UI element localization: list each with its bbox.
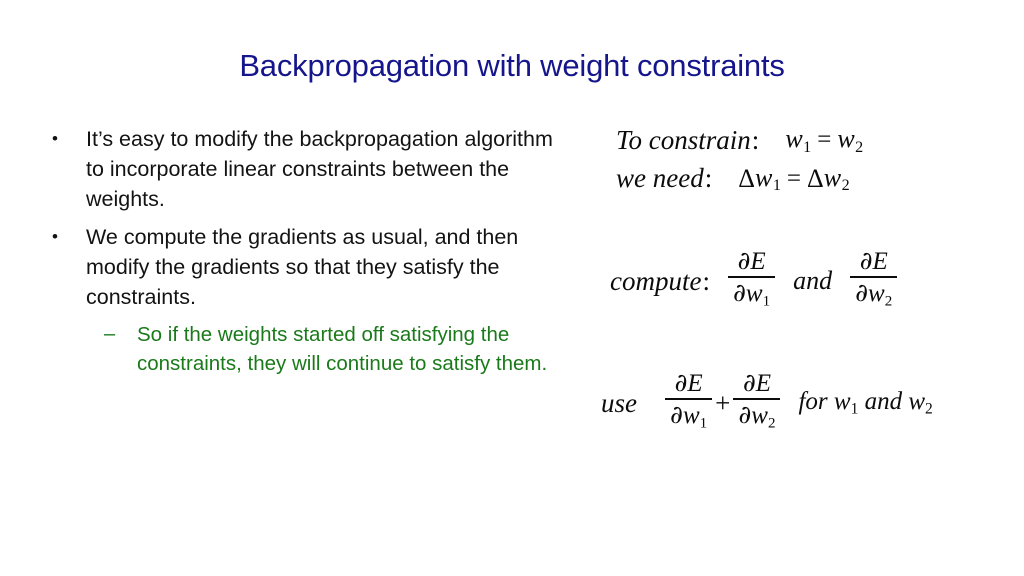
variable-w2: w2 (823, 162, 850, 195)
bullet-dash-icon: – (104, 323, 116, 345)
fraction-dE-dw2: ∂E ∂w2 (850, 246, 898, 315)
variable-w1: w1 (785, 124, 812, 156)
list-item: • We compute the gradients as usual, and… (52, 222, 572, 312)
colon-glyph: : (704, 163, 713, 194)
colon-glyph: : (751, 124, 760, 155)
fraction-dE-dw2: ∂E ∂w2 (733, 368, 781, 437)
equation-need: we need : Δ w1 = Δ w2 (616, 163, 1024, 196)
variable-w2: w2 (837, 124, 864, 156)
equation-label: use (601, 387, 637, 418)
page-title: Backpropagation with weight constraints (239, 48, 785, 83)
fraction-dE-dw1: ∂E ∂w1 (727, 246, 776, 315)
plus-glyph: + (715, 387, 731, 418)
equals-glyph: = (786, 164, 801, 192)
sub-list-item: – So if the weights started off satisfyi… (52, 320, 572, 378)
list-item: • It’s easy to modify the backpropagatio… (52, 124, 572, 214)
trailing-clause: for w1 and w2 (798, 387, 933, 418)
bullet-dot-icon: • (52, 129, 58, 148)
slide-canvas: Backpropagation with weight constraints … (0, 0, 1024, 576)
fraction-denominator: ∂w2 (738, 399, 776, 432)
equals-glyph: = (817, 126, 832, 154)
fraction-denominator: ∂w2 (855, 277, 893, 310)
delta-glyph: Δ (806, 163, 824, 193)
fraction-denominator: ∂w1 (670, 399, 708, 432)
fraction-numerator: ∂E (859, 246, 888, 275)
colon-glyph: : (702, 265, 710, 296)
fraction-dE-dw1: ∂E ∂w1 (665, 368, 713, 437)
equation-label: compute (610, 265, 702, 296)
fraction-numerator: ∂E (674, 368, 703, 398)
fraction-numerator: ∂E (737, 246, 766, 275)
equation-block: To constrain : w1 = w2 we need : Δ w1 = … (596, 124, 1024, 437)
equation-use: use ∂E ∂w1 + ∂E ∂w2 for w1 and w2 (601, 369, 1024, 437)
variable-w1: w1 (754, 162, 781, 195)
sub-list-item-text: So if the weights started off satisfying… (137, 323, 548, 375)
list-item-text: We compute the gradients as usual, and t… (86, 225, 519, 309)
delta-glyph: Δ (738, 163, 755, 193)
list-item-text: It’s easy to modify the backpropagation … (86, 127, 553, 211)
fraction-numerator: ∂E (742, 368, 772, 398)
fraction-denominator: ∂w1 (732, 277, 771, 310)
conjunction-and: and (793, 266, 833, 296)
bullet-dot-icon: • (52, 227, 58, 246)
bullet-list: • It’s easy to modify the backpropagatio… (52, 124, 572, 378)
equation-label: To constrain (616, 124, 751, 155)
equation-constrain: To constrain : w1 = w2 (616, 124, 1024, 157)
equation-compute: compute : ∂E ∂w1 and ∂E ∂w2 (610, 247, 1024, 315)
equation-label: we need (616, 163, 704, 194)
